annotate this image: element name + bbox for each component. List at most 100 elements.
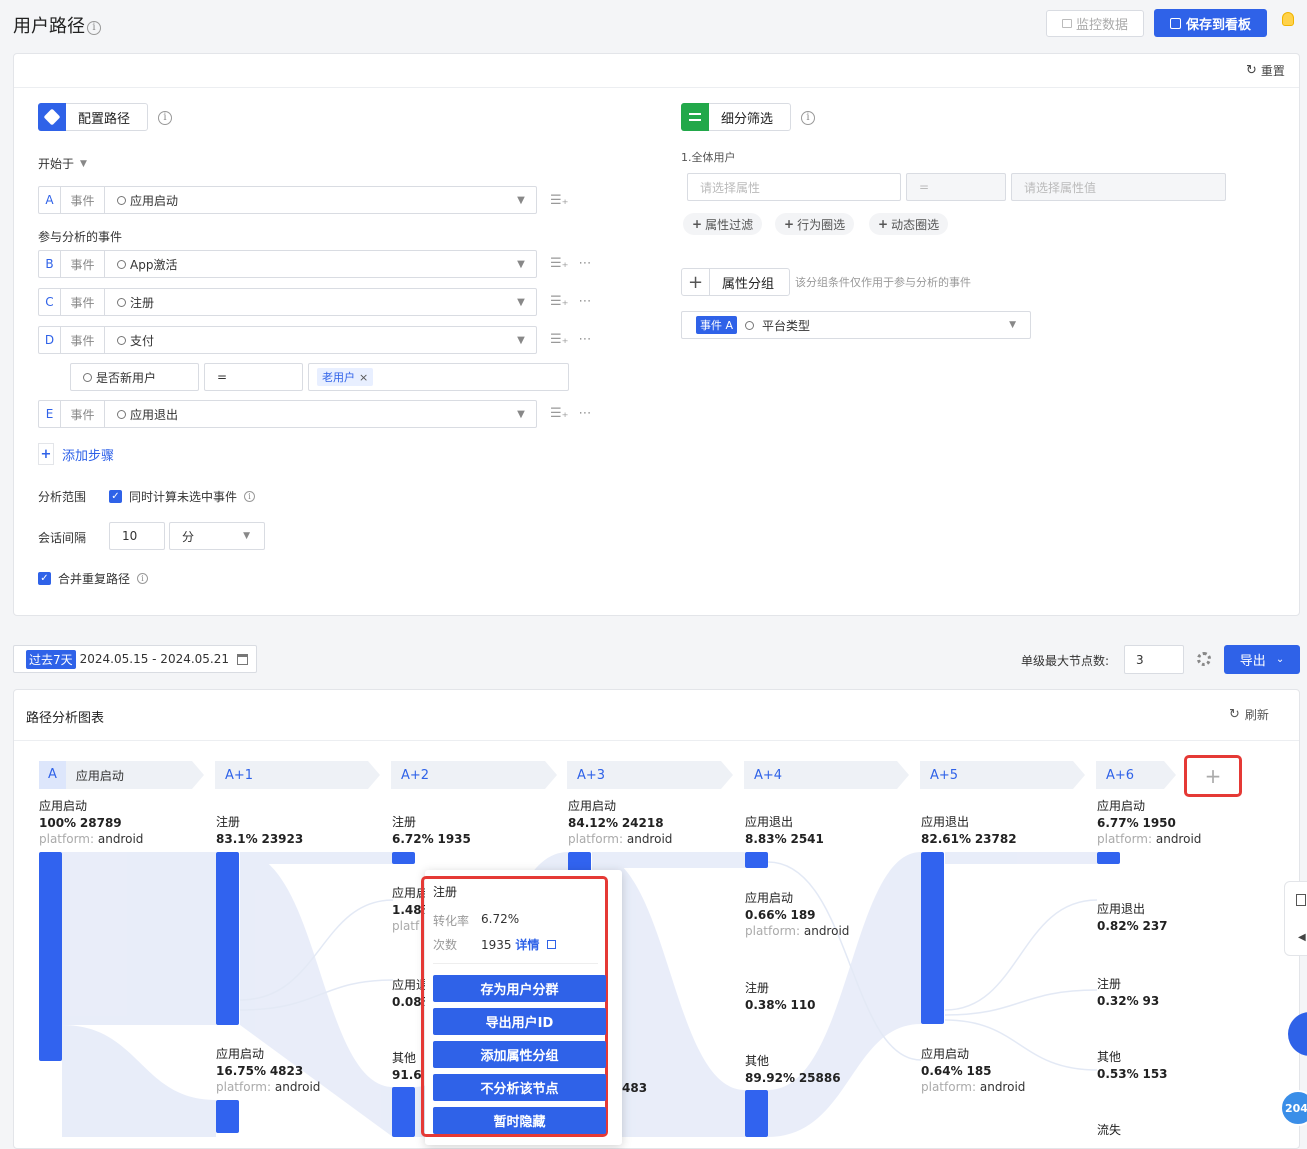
node-label: 应用启动 0.66% 189 platform: android (745, 890, 849, 940)
node-count: 23923 (261, 831, 304, 846)
popup-count-row: 次数 1935 详情 (433, 936, 556, 953)
node-label: 483 (622, 1080, 647, 1097)
node-name: 其他 (745, 1054, 770, 1068)
node-count: 1935 (437, 831, 471, 846)
action-label: 暂时隐藏 (493, 1115, 546, 1130)
popup-title: 注册 (433, 885, 458, 899)
counter-badge-text: 204 (1285, 1101, 1307, 1115)
node-count: 185 (966, 1063, 992, 1078)
step-header-a1: A+1 (215, 761, 380, 789)
node-bar[interactable] (392, 1087, 415, 1137)
node-label: 应用启动 100% 28789 platform: android (39, 798, 143, 848)
plus-icon: + (1204, 764, 1222, 788)
action-label: 存为用户分群 (480, 983, 559, 998)
node-count: 153 (1142, 1066, 1168, 1081)
node-count: 28789 (79, 815, 122, 830)
node-percent: 8.83% (745, 831, 787, 846)
external-link-icon (546, 940, 556, 949)
popup-detail-link[interactable]: 详情 (515, 938, 556, 952)
node-label: 应用启动 6.77% 1950 platform: android (1097, 798, 1201, 848)
node-count: 483 (622, 1081, 648, 1095)
node-name: 应用退出 (745, 815, 794, 829)
popup-rate-row: 转化率 6.72% (433, 912, 519, 929)
node-count: 24218 (621, 815, 664, 830)
popup-rate-label: 转化率 (433, 914, 470, 928)
node-count: 23782 (974, 831, 1017, 846)
save-as-user-segment-button[interactable]: 存为用户分群 (433, 975, 606, 1002)
node-name: 注册 (216, 815, 241, 829)
node-label: 其他 0.53% 153 (1097, 1049, 1168, 1082)
node-bar[interactable] (39, 852, 62, 1061)
node-label: 应用退出 0.82% 237 (1097, 901, 1168, 934)
node-bar[interactable] (216, 852, 239, 1025)
step-event-name: 应用启动 (75, 768, 124, 783)
node-bar[interactable] (216, 1100, 239, 1133)
node-label: 注册 83.1% 23923 (216, 814, 303, 847)
node-count: 189 (790, 907, 816, 922)
skip-node-button[interactable]: 不分析该节点 (433, 1074, 606, 1101)
step-header-a3: A+3 (567, 761, 733, 789)
node-percent: 82.61% (921, 831, 971, 846)
flow-line (944, 899, 1098, 1011)
node-name: 应用启动 (921, 1047, 970, 1061)
node-name: 应用启动 (39, 799, 88, 813)
node-percent: 0.32% (1097, 993, 1139, 1008)
step-label: A+6 (1106, 767, 1135, 783)
export-user-id-button[interactable]: 导出用户ID (433, 1008, 606, 1035)
node-name: 应用退出 (921, 815, 970, 829)
node-name: 流失 (1097, 1123, 1122, 1137)
step-label: A (39, 761, 66, 789)
node-bar[interactable] (392, 852, 415, 864)
node-bar[interactable] (568, 852, 591, 872)
flow-ribbon (592, 852, 745, 868)
flow-ribbon (62, 1025, 216, 1137)
node-percent: 6.77% (1097, 815, 1139, 830)
path-flow-ribbons (62, 852, 1098, 1137)
node-percent: 0.82% (1097, 918, 1139, 933)
add-step-column-button[interactable]: + (1184, 755, 1242, 797)
popup-rate-value: 6.72% (481, 912, 520, 926)
action-label: 不分析该节点 (480, 1082, 559, 1097)
node-percent: 0.66% (745, 907, 787, 922)
node-count: 4823 (269, 1063, 304, 1078)
node-label: 流失 (1097, 1122, 1121, 1139)
node-bar[interactable] (1097, 852, 1120, 864)
node-percent: 6.72% (392, 831, 434, 846)
node-name: 注册 (1097, 977, 1122, 991)
node-percent: 16.75% (216, 1063, 266, 1078)
node-label: 应用启动 84.12% 24218 platform: android (568, 798, 672, 848)
document-icon[interactable] (1296, 894, 1306, 906)
node-percent: 89.92% (745, 1070, 795, 1085)
node-platform-key: platform: (39, 832, 95, 846)
node-platform-key: platform: (216, 1080, 272, 1094)
step-header-a6: A+6 (1096, 761, 1176, 789)
node-label: 应用启动 0.64% 185 platform: android (921, 1046, 1025, 1096)
node-count: 93 (1142, 993, 1160, 1008)
side-tool-panel[interactable]: ◀ (1284, 881, 1307, 956)
node-name: 应用启动 (745, 891, 794, 905)
node-percent: 0.38% (745, 997, 787, 1012)
node-platform-value: android (626, 832, 673, 846)
node-name: 注册 (392, 815, 417, 829)
node-platform-value: android (803, 924, 850, 938)
step-header-a2: A+2 (391, 761, 557, 789)
node-name: 其他 (1097, 1050, 1122, 1064)
node-label: 注册 6.72% 1935 (392, 814, 471, 847)
node-platform-value: android (274, 1080, 321, 1094)
collapse-left-icon[interactable]: ◀ (1298, 932, 1306, 943)
node-bar[interactable] (921, 852, 944, 1024)
flow-ribbon (240, 852, 393, 864)
node-percent: 83.1% (216, 831, 258, 846)
node-platform-value: android (97, 832, 144, 846)
node-name: 应用启动 (216, 1047, 265, 1061)
node-count: 110 (790, 997, 816, 1012)
step-header-a5: A+5 (920, 761, 1085, 789)
node-name: 应用启动 (568, 799, 617, 813)
node-bar[interactable] (745, 1090, 768, 1137)
detail-label: 详情 (515, 938, 540, 952)
node-platform-key: platform: (745, 924, 801, 938)
node-label: 其他 91.6 (392, 1050, 422, 1083)
add-attribute-group-button[interactable]: 添加属性分组 (433, 1041, 606, 1068)
node-bar[interactable] (745, 852, 768, 868)
hide-temporarily-button[interactable]: 暂时隐藏 (433, 1107, 606, 1134)
